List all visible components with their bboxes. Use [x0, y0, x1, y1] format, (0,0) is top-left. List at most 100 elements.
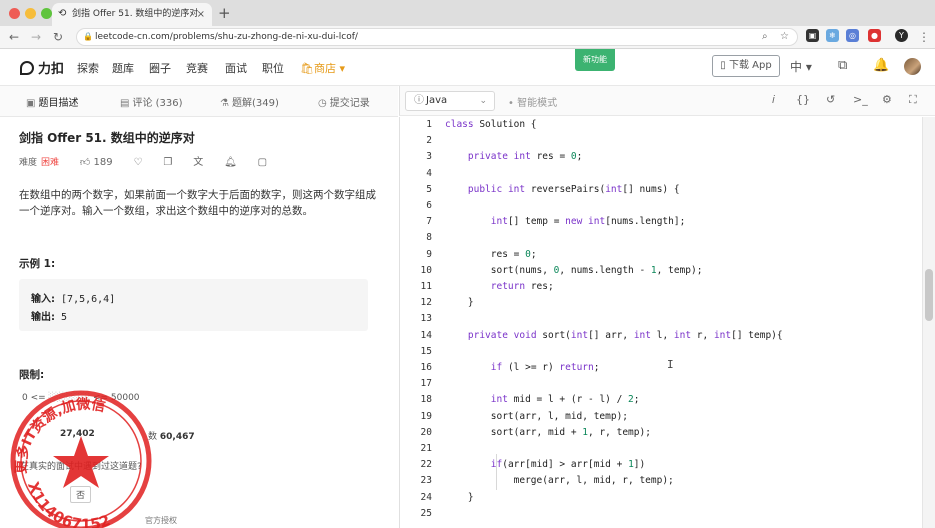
new-tab-button[interactable]: + — [218, 3, 231, 23]
code-line[interactable]: res = 0; — [445, 249, 537, 260]
code-line[interactable]: merge(arr, l, mid, r, temp); — [445, 475, 674, 486]
phone-icon: ▯ — [720, 60, 726, 71]
code-editor[interactable]: 1 2 3 4 5 6 7 8 9 10 11 12 13 14 15 16 17 18 19 20 21 22 23 24 2… — [399, 117, 935, 528]
reload-icon[interactable]: ↻ — [53, 28, 63, 46]
address-bar-row: ← → ↻ 🔒 leetcode-cn.com/problems/shu-zu-… — [0, 26, 935, 49]
example-output-line: 输出: 5 — [31, 308, 67, 323]
smart-mode-label: 智能模式 — [517, 98, 558, 109]
settings-gear-icon[interactable]: ⚙ — [882, 93, 892, 106]
browser-tab[interactable]: ⟲ 剑指 Offer 51. 数组中的逆序对 × — [52, 3, 212, 26]
no-button[interactable]: 否 — [70, 486, 92, 503]
difficulty-label: 难度 — [19, 158, 38, 168]
code-line[interactable]: int[] temp = new int[nums.length]; — [445, 216, 686, 227]
line-number: 11 — [420, 281, 432, 292]
forward-arrow-icon[interactable]: → — [31, 28, 41, 46]
favorite-heart-icon[interactable]: ♡ — [134, 157, 143, 168]
line-number: 6 — [426, 200, 432, 211]
profile-avatar-icon[interactable]: Y — [895, 29, 908, 42]
line-number: 25 — [420, 507, 432, 519]
code-line[interactable]: class Solution { — [445, 119, 537, 130]
tab-comments[interactable]: ▤ 评论 (336) — [120, 94, 183, 109]
braces-icon[interactable]: {} — [796, 93, 810, 106]
notification-bell-icon[interactable]: 🔔 — [873, 58, 889, 73]
language-switch[interactable]: 中 ▾ — [790, 58, 812, 75]
info-icon: ⓘ — [414, 95, 424, 106]
nav-interview[interactable]: 面试 — [225, 60, 247, 76]
new-feature-badge[interactable]: 新功能 — [575, 49, 615, 71]
maximize-window-dot[interactable] — [41, 8, 52, 19]
line-number: 1 — [426, 119, 432, 130]
code-line[interactable]: int mid = l + (r - l) / 2; — [445, 394, 640, 405]
nav-jobs[interactable]: 职位 — [262, 60, 284, 76]
code-line[interactable]: } — [445, 492, 474, 503]
code-line[interactable]: private int res = 0; — [445, 151, 582, 162]
tab-submissions[interactable]: ◷ 提交记录 — [318, 94, 370, 109]
interview-question: 在真实的面试中遇到过这道题? — [20, 462, 142, 472]
editor-scrollbar[interactable] — [922, 117, 935, 528]
nav-store-label: 商店 — [313, 62, 336, 75]
feedback-icon[interactable]: ▢ — [258, 157, 267, 168]
limits-heading: 限制: — [19, 369, 45, 381]
line-number: 4 — [426, 167, 432, 179]
playground-icon[interactable]: ⧉ — [838, 58, 847, 73]
passed-count-value: 27,402 — [60, 429, 95, 439]
collection-icon[interactable]: ❐ — [163, 157, 172, 168]
extension-icon[interactable]: ❄ — [826, 29, 839, 42]
example-input-line: 输入: [7,5,6,4] — [31, 290, 115, 305]
url-text: leetcode-cn.com/problems/shu-zu-zhong-de… — [95, 32, 358, 42]
nav-contest[interactable]: 竞赛 — [186, 60, 208, 76]
nav-explore[interactable]: 探索 — [77, 60, 99, 76]
code-line[interactable]: public int reversePairs(int[] nums) { — [445, 184, 680, 195]
nav-circle[interactable]: 圈子 — [149, 60, 171, 76]
fullscreen-icon[interactable]: ⛶ — [909, 93, 917, 107]
extension-icon[interactable]: ▣ — [806, 29, 819, 42]
line-number: 19 — [420, 410, 432, 422]
code-line[interactable]: sort(arr, mid + 1, r, temp); — [445, 427, 651, 438]
language-select[interactable]: ⓘ Java ⌄ — [405, 91, 495, 111]
language-label: 中 — [790, 60, 803, 74]
code-line[interactable]: private void sort(int[] arr, int l, int … — [445, 330, 783, 341]
close-window-dot[interactable] — [9, 8, 20, 19]
line-number: 16 — [420, 362, 432, 373]
code-line[interactable]: if (l >= r) return; — [445, 362, 600, 373]
minimize-window-dot[interactable] — [25, 8, 36, 19]
extension-icon[interactable]: ◎ — [846, 29, 859, 42]
tab-solutions-label: 题解(349) — [231, 98, 279, 109]
translate-icon[interactable]: 文 — [193, 157, 203, 168]
smart-mode-toggle[interactable]: • 智能模式 — [508, 94, 557, 109]
extension-icon[interactable]: ● — [868, 29, 881, 42]
back-arrow-icon[interactable]: ← — [9, 28, 19, 46]
code-line[interactable]: if(arr[mid] > arr[mid + 1]) — [445, 459, 645, 470]
bookmark-star-icon[interactable]: ☆ — [780, 29, 789, 45]
user-avatar[interactable] — [904, 58, 921, 75]
problem-tabs: ▣ 题目描述 ▤ 评论 (336) ⚗ 题解(349) ◷ 提交记录 — [0, 86, 398, 117]
tab-description[interactable]: ▣ 题目描述 — [26, 94, 78, 109]
info-i-icon[interactable]: 𝑖 — [772, 93, 775, 107]
problem-statement: 在数组中的两个数字，如果前面一个数字大于后面的数字，则这两个数字组成一个逆序对。… — [19, 189, 376, 217]
line-number: 3 — [426, 151, 432, 163]
nav-problemset[interactable]: 题库 — [112, 60, 134, 76]
close-tab-icon[interactable]: × — [197, 3, 205, 26]
code-line[interactable]: sort(arr, l, mid, temp); — [445, 411, 628, 422]
clock-icon: ◷ — [318, 98, 327, 109]
tab-submissions-label: 提交记录 — [329, 98, 370, 109]
site-logo[interactable]: 力扣 — [20, 58, 64, 77]
browser-menu-icon[interactable]: ⋮ — [918, 28, 930, 46]
tab-solutions[interactable]: ⚗ 题解(349) — [220, 94, 279, 109]
code-line[interactable]: } — [445, 297, 474, 308]
url-field[interactable]: 🔒 leetcode-cn.com/problems/shu-zu-zhong-… — [76, 28, 798, 46]
code-line[interactable]: return res; — [445, 281, 554, 292]
download-app-button[interactable]: ▯ 下载 App — [712, 55, 780, 77]
nav-store[interactable]: 🛍商店 ▾ — [300, 60, 345, 76]
zoom-search-icon[interactable]: ⌕ — [762, 29, 768, 45]
editor-scroll-thumb[interactable] — [925, 269, 933, 321]
code-line[interactable]: sort(nums, 0, nums.length - 1, temp); — [445, 265, 703, 276]
bell-icon[interactable]: 🔔︎ — [224, 157, 237, 168]
limit-constraint: 0 <= ░░░░░░ <= 50000 — [22, 393, 140, 403]
like-button[interactable]: 👍︎ 189 — [80, 157, 113, 168]
line-number: 18 — [420, 394, 432, 406]
line-number: 8 — [426, 232, 432, 244]
lock-icon: 🔒 — [83, 32, 93, 41]
terminal-icon[interactable]: >_ — [853, 93, 868, 106]
reset-icon[interactable]: ↺ — [826, 93, 835, 106]
